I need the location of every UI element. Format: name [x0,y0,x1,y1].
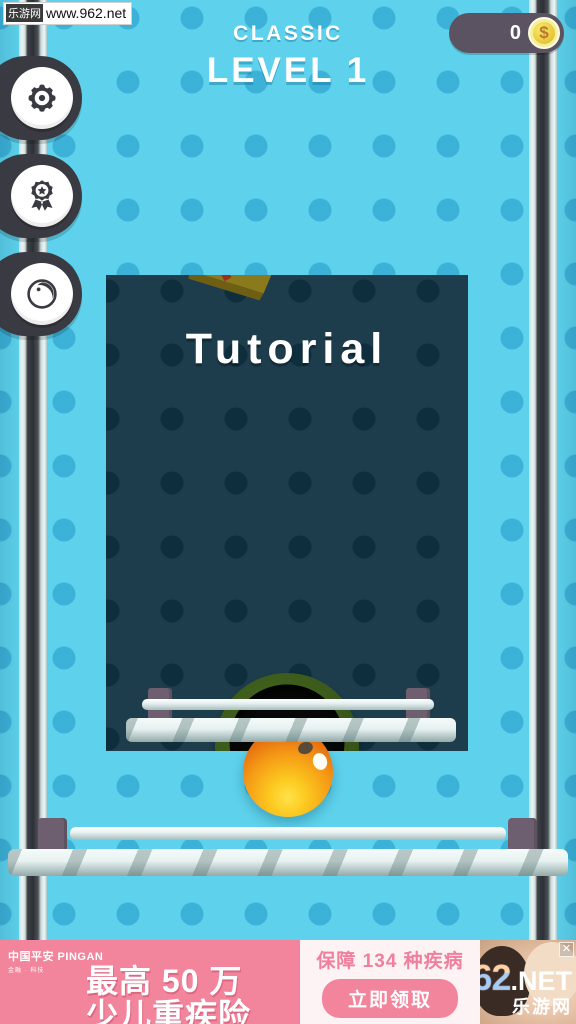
rail-core [529,0,557,940]
ball-hole-b [310,751,330,772]
watermark-url: www.962.net [46,5,127,21]
coin-counter[interactable]: 0 $ [449,13,564,53]
ad-cta-button[interactable]: 立即领取 [321,979,458,1018]
ad-subheadline: 保障 134 种疾病 [316,951,464,972]
site-logo: 962.NET 乐游网 [480,957,572,1017]
rail-core [19,0,47,940]
ad-right-section: ✕ 962.NET 乐游网 [480,940,576,1024]
medal-badge-icon [11,165,73,227]
ad-left-section: 中国平安 PINGAN 金融 · 科技 最高 50 万 少儿重疾险 [0,940,300,1024]
logo-cn: 乐游网 [512,997,572,1017]
awards-button[interactable] [0,154,82,238]
game-screen: CLASSIC LEVEL 1 0 $ Tutorial 乐游网 www.962… [0,0,576,1024]
vertical-rail-left [19,0,47,940]
close-icon[interactable]: ✕ [559,942,574,957]
ball-icon [11,263,73,325]
glass-stripes [126,718,456,742]
logo-962: 962 [480,957,511,998]
tutorial-thin-rail[interactable] [142,699,434,710]
tutorial-panel: Tutorial [106,275,468,751]
ball-skins-button[interactable] [0,252,82,336]
vertical-rail-right [529,0,557,940]
glass-stripes [8,849,568,876]
bottom-glass-bar[interactable] [8,849,568,876]
gear-icon [11,67,73,129]
bottom-thin-rail[interactable] [70,827,506,840]
coin-icon: $ [528,17,560,49]
coin-glyph: $ [539,23,549,42]
ball-hole-a [296,739,315,757]
coin-count-value: 0 [509,21,521,44]
tutorial-title: Tutorial [185,325,389,373]
ad-headline-2: 少儿重疾险 [86,997,252,1024]
logo-net: .NET [510,966,572,996]
watermark-cn: 乐游网 [6,4,43,22]
ad-banner[interactable]: 中国平安 PINGAN 金融 · 科技 最高 50 万 少儿重疾险 保障 134… [0,940,576,1024]
site-watermark: 乐游网 www.962.net [3,2,133,25]
tutorial-glass-bar[interactable] [126,718,456,742]
ad-middle-section: 保障 134 种疾病 立即领取 [300,940,480,1024]
settings-button[interactable] [0,56,82,140]
